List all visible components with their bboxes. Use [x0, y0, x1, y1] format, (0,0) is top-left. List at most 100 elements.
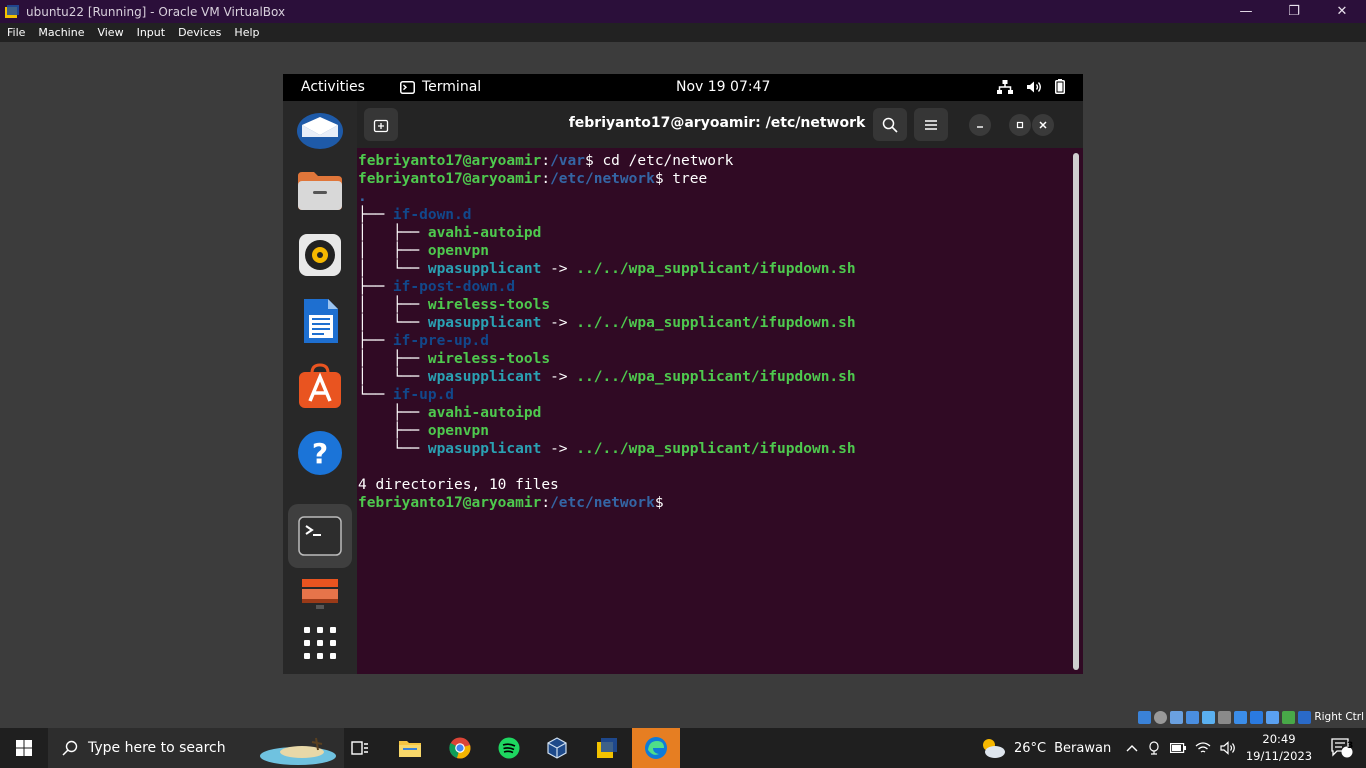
terminal-scrollbar[interactable]: [1073, 153, 1079, 670]
terminal-text: .: [358, 189, 367, 205]
terminal-text: ├──: [358, 333, 393, 349]
guest-clock[interactable]: Nov 19 07:47: [676, 79, 770, 95]
chrome-button[interactable]: [436, 728, 484, 768]
terminal-text: openvpn: [427, 243, 489, 259]
weather-widget[interactable]: 26°C Berawan: [980, 728, 1111, 768]
meet-now-icon[interactable]: [1147, 741, 1161, 755]
file-explorer-icon: [399, 741, 421, 757]
spotify-button[interactable]: [485, 728, 533, 768]
minimize-button[interactable]: —: [1222, 0, 1270, 23]
terminal-text: ├──: [358, 405, 428, 421]
terminal-text: │ ├──: [358, 243, 428, 259]
taskbar-search-box[interactable]: Type here to search: [48, 728, 344, 768]
activities-button[interactable]: Activities: [301, 79, 365, 95]
terminal-icon[interactable]: [296, 512, 344, 560]
edge-button[interactable]: [632, 728, 680, 768]
terminal-text: :: [541, 153, 551, 169]
restore-button[interactable]: ❐: [1270, 0, 1318, 23]
cpu-icon[interactable]: [1266, 710, 1280, 724]
menu-view[interactable]: View: [90, 26, 129, 39]
notification-center-button[interactable]: 3: [1322, 728, 1362, 768]
battery-icon[interactable]: [1170, 743, 1186, 753]
close-button[interactable]: ✕: [1318, 0, 1366, 23]
task-view-button[interactable]: [336, 728, 384, 768]
menu-input[interactable]: Input: [130, 26, 171, 39]
file-explorer-button[interactable]: [386, 728, 434, 768]
keyboard-capture-icon[interactable]: [1298, 710, 1312, 724]
menu-machine[interactable]: Machine: [31, 26, 90, 39]
terminal-line: 4 directories, 10 files: [358, 476, 1070, 494]
menu-devices[interactable]: Devices: [171, 26, 227, 39]
terminal-text: febriyanto17@aryoamir: [358, 171, 542, 187]
shared-folders-icon[interactable]: [1218, 710, 1232, 724]
network-adapter-icon[interactable]: [1186, 710, 1200, 724]
terminal-line: │ └── wpasupplicant -> ../../wpa_supplic…: [358, 314, 1070, 332]
close-icon: [1039, 121, 1047, 129]
libreoffice-writer-icon[interactable]: [296, 297, 344, 345]
terminal-text: /var: [550, 153, 585, 169]
vbox-statusbar: Right Ctrl: [0, 706, 1366, 728]
terminal-text: wpasupplicant: [427, 315, 542, 331]
close-terminal-button[interactable]: [1032, 114, 1054, 136]
terminal-text: avahi-autoipd: [427, 405, 542, 421]
menu-button[interactable]: [914, 108, 948, 141]
terminal-text: wpasupplicant: [427, 441, 542, 457]
wifi-icon[interactable]: [1195, 741, 1211, 755]
files-icon[interactable]: [296, 166, 344, 214]
terminal-line: febriyanto17@aryoamir:/var$ cd /etc/netw…: [358, 152, 1070, 170]
system-tray[interactable]: [1126, 728, 1236, 768]
windows-logo-icon: [16, 740, 32, 756]
terminal-output[interactable]: febriyanto17@aryoamir:/var$ cd /etc/netw…: [358, 152, 1070, 672]
search-icon: [882, 117, 898, 133]
terminal-text: ├──: [358, 207, 393, 223]
minimize-terminal-button[interactable]: [969, 114, 991, 136]
terminal-line: │ ├── wireless-tools: [358, 296, 1070, 314]
terminal-line: febriyanto17@aryoamir:/etc/network$: [358, 494, 1070, 512]
terminal-text: ->: [541, 369, 577, 385]
vmware-button[interactable]: [533, 728, 581, 768]
terminal-text: $ cd /etc/network: [584, 153, 734, 169]
app-center-icon[interactable]: [296, 363, 344, 411]
taskbar-clock[interactable]: 20:49 19/11/2023: [1244, 731, 1314, 765]
maximize-terminal-button[interactable]: [1009, 114, 1031, 136]
rhythmbox-icon[interactable]: [296, 231, 344, 279]
new-tab-button[interactable]: [364, 108, 398, 141]
hard-disk-icon[interactable]: [1138, 710, 1152, 724]
app-menu-label: Terminal: [422, 79, 482, 95]
terminal-window[interactable]: febriyanto17@aryoamir: /etc/network febr…: [357, 101, 1083, 674]
recording-icon[interactable]: [1250, 710, 1264, 724]
show-apps-icon[interactable]: [296, 621, 344, 669]
task-view-icon: [351, 741, 368, 755]
speaker-icon[interactable]: [1220, 741, 1236, 755]
display-icon[interactable]: [1234, 710, 1248, 724]
menu-file[interactable]: File: [0, 26, 31, 39]
help-icon[interactable]: ?: [296, 429, 344, 477]
usb-icon[interactable]: [1202, 710, 1216, 724]
terminal-text: │ └──: [358, 369, 428, 385]
terminal-text: wpasupplicant: [427, 261, 542, 277]
audio-icon[interactable]: [1170, 710, 1184, 724]
taskbar-date: 19/11/2023: [1245, 749, 1313, 763]
app-menu[interactable]: Terminal: [400, 79, 481, 95]
menu-help[interactable]: Help: [227, 26, 265, 39]
terminal-line: febriyanto17@aryoamir:/etc/network$ tree: [358, 170, 1070, 188]
terminal-text: 4 directories, 10 files: [358, 477, 559, 493]
virtualbox-taskbar-button[interactable]: [583, 728, 631, 768]
minimize-icon: [977, 126, 983, 128]
mouse-integration-icon[interactable]: [1282, 710, 1296, 724]
remmina-icon[interactable]: [296, 573, 344, 621]
terminal-line: │ └── wpasupplicant -> ../../wpa_supplic…: [358, 260, 1070, 278]
search-placeholder: Type here to search: [88, 740, 226, 756]
chevron-up-icon[interactable]: [1126, 743, 1138, 753]
start-button[interactable]: [0, 728, 48, 768]
chrome-icon: [449, 737, 471, 759]
terminal-text: wireless-tools: [427, 351, 551, 367]
thunderbird-icon[interactable]: [296, 107, 344, 155]
optical-drive-icon[interactable]: [1154, 710, 1168, 724]
search-button[interactable]: [873, 108, 907, 141]
guest-tray[interactable]: [997, 79, 1065, 94]
terminal-text: $: [654, 495, 673, 511]
terminal-text: /etc/network: [550, 495, 655, 511]
terminal-text: /etc/network: [550, 171, 655, 187]
guest-screen: Activities Terminal Nov 19 07:47 ? febri…: [283, 74, 1083, 674]
